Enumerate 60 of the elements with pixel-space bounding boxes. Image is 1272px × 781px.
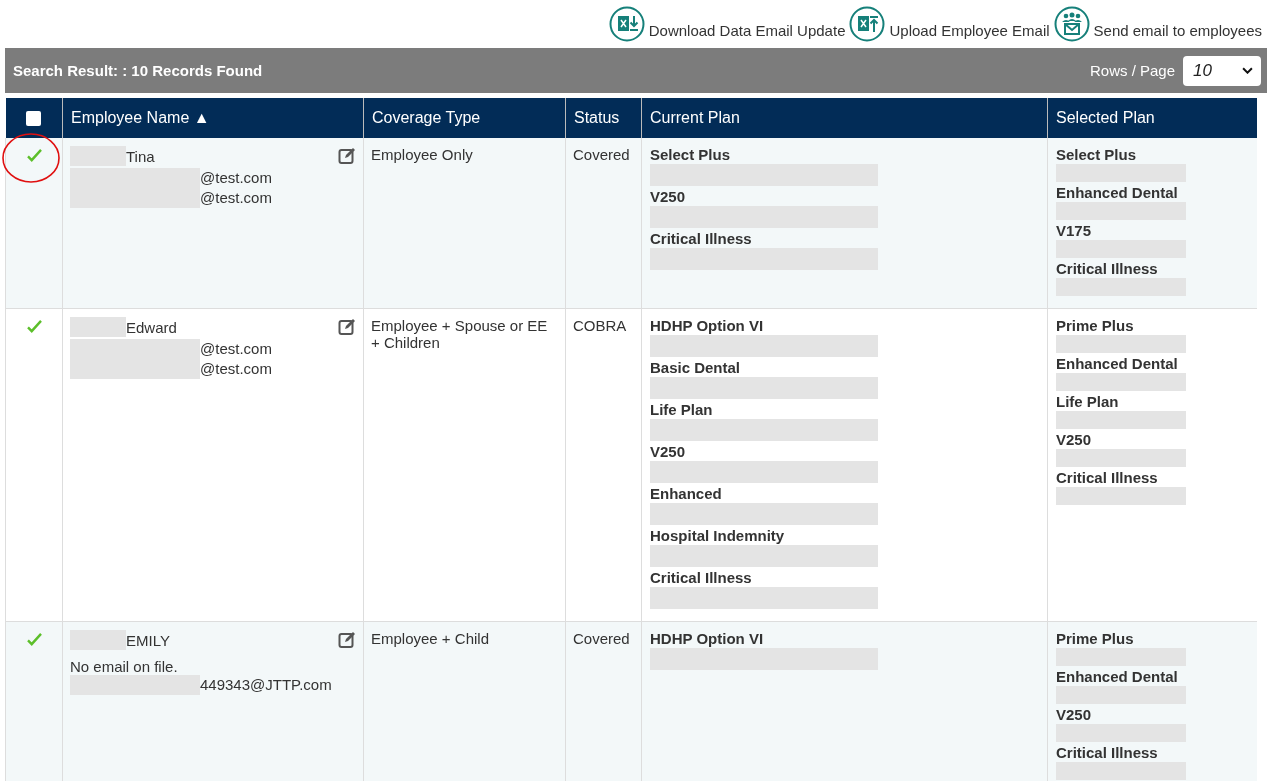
caret-icon (1242, 67, 1253, 74)
plan-name: Life Plan (1056, 393, 1120, 411)
plan-name: HDHP Option VI (650, 630, 765, 648)
no-email-note: No email on file. (70, 658, 179, 675)
people-envelope-icon (1053, 6, 1090, 42)
coverage-type: Employee + Child (363, 621, 566, 781)
column-header[interactable]: Employee Name ▲ (62, 98, 364, 138)
column-header: Coverage Type (363, 98, 566, 138)
plan-name: Enhanced Dental (1056, 668, 1179, 686)
plan-name: Critical Illness (650, 230, 753, 248)
plan-name: Select Plus (1056, 146, 1138, 164)
select-all-checkbox[interactable] (26, 111, 42, 127)
email-address: @test.com (200, 168, 272, 188)
plan-name: Prime Plus (1056, 317, 1135, 335)
status: COBRA (565, 308, 642, 622)
plan-name: V250 (1056, 431, 1093, 449)
plan-name: Critical Illness (1056, 744, 1159, 762)
plan-name: Hospital Indemnity (650, 527, 786, 545)
email-address: @test.com (200, 359, 272, 379)
spreadsheet-upload-icon (849, 6, 886, 42)
plan-name: V250 (650, 188, 687, 206)
plan-name: V250 (1056, 706, 1093, 724)
toolbar-link[interactable]: Upload Employee Email (849, 6, 1050, 42)
plan-name: Critical Illness (650, 569, 753, 587)
employee-name: Tina (126, 147, 156, 165)
rows-per-page-label: Rows / Page (1089, 62, 1175, 79)
edit-icon[interactable] (338, 147, 356, 165)
status: Covered (565, 621, 642, 781)
plan-name: Basic Dental (650, 359, 742, 377)
employee-name: EMILY (126, 631, 171, 649)
column-header: Current Plan (641, 98, 1048, 138)
results-summary: Search Result: : 10 Records Found (13, 62, 264, 79)
employee-name: Edward (126, 318, 178, 336)
annotation-circle (0, 132, 62, 184)
status: Covered (565, 138, 642, 309)
edit-icon[interactable] (338, 318, 356, 336)
rows-per-page-select[interactable]: 10 (1183, 55, 1261, 86)
toolbar-link[interactable]: Download Data Email Update (608, 6, 846, 42)
plan-name: V250 (650, 443, 687, 461)
plan-name: Prime Plus (1056, 630, 1135, 648)
edit-icon[interactable] (338, 631, 356, 649)
plan-name: Critical Illness (1056, 469, 1159, 487)
toolbar-link[interactable]: Send email to employees (1053, 6, 1262, 42)
plan-name: Enhanced Dental (1056, 355, 1179, 373)
coverage-type: Employee + Spouse or EE + Children (363, 308, 566, 622)
plan-name: HDHP Option VI (650, 317, 765, 335)
plan-name: Enhanced Dental (1056, 184, 1179, 202)
plan-name: V175 (1056, 222, 1093, 240)
plan-name: Life Plan (650, 401, 714, 419)
column-header: Status (565, 98, 642, 138)
email-address: @test.com (200, 339, 272, 359)
plan-name: Enhanced (650, 485, 723, 503)
column-header: Selected Plan (1047, 98, 1257, 138)
email-address: 449343@JTTP.com (200, 675, 332, 695)
coverage-type: Employee Only (363, 138, 566, 309)
redacted-block (70, 317, 126, 337)
plan-name: Select Plus (650, 146, 732, 164)
email-address: @test.com (200, 188, 272, 208)
spreadsheet-download-icon (608, 6, 645, 42)
plan-name: Critical Illness (1056, 260, 1159, 278)
